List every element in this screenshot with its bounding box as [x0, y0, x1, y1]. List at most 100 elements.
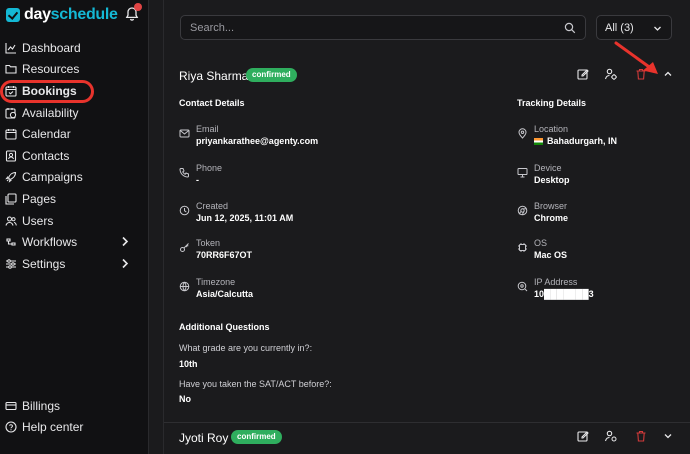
booking-card-header[interactable]: Jyoti Roy confirmed [179, 424, 675, 454]
field-label: Token [196, 238, 221, 248]
field-value: Bahadurgarh, IN [534, 136, 617, 146]
sidebar-item-workflows[interactable]: Workflows [0, 231, 149, 253]
sidebar-item-label: Resources [22, 62, 80, 77]
notification-dot [134, 3, 142, 11]
field-value: Asia/Calcutta [196, 289, 254, 299]
map-pin-icon [518, 128, 527, 139]
sidebar-item-pages[interactable]: Pages [0, 188, 149, 210]
field-label: Browser [534, 201, 568, 211]
sidebar-item-availability[interactable]: Availability [0, 102, 149, 124]
field-value: 10███████3 [534, 289, 594, 299]
field-label: Created [196, 201, 229, 211]
calendar-icon [5, 129, 17, 140]
annotation-arrow-icon [614, 41, 658, 74]
contact-details-title: Contact Details [179, 98, 245, 108]
globe-icon [179, 281, 190, 292]
brand-logo[interactable]: dayschedule [6, 6, 118, 24]
sidebar-bottom-nav: Billings Help center [0, 395, 149, 438]
sliders-icon [6, 258, 16, 269]
sidebar-item-label: Dashboard [22, 40, 81, 55]
help-icon [5, 421, 17, 433]
sidebar-item-label: Pages [22, 191, 57, 206]
booking-card-header[interactable]: Riya Sharma confirmed [179, 62, 675, 92]
field-label: Device [534, 163, 562, 173]
calendar-clock-icon [5, 107, 17, 119]
bookings-highlight-annotation [0, 80, 94, 103]
edit-icon[interactable] [576, 429, 590, 443]
sidebar-item-campaigns[interactable]: Campaigns [0, 167, 149, 189]
key-icon [180, 243, 189, 252]
field-value: Desktop [534, 175, 570, 185]
sidebar-item-calendar[interactable]: Calendar [0, 123, 149, 145]
sidebar-item-label: Campaigns [22, 170, 83, 185]
chart-icon [5, 42, 16, 54]
sidebar-item-settings[interactable]: Settings [0, 253, 149, 275]
sidebar-item-resources[interactable]: Resources [0, 59, 149, 81]
users-icon [5, 215, 17, 226]
sidebar-item-label: Settings [22, 256, 66, 271]
contacts-icon [5, 150, 17, 162]
field-value: - [196, 175, 199, 185]
field-label: Location [534, 124, 569, 134]
chrome-icon [517, 205, 528, 216]
assign-user-icon[interactable] [604, 429, 618, 443]
chevron-down-icon[interactable] [661, 429, 675, 443]
status-badge: confirmed [246, 68, 297, 82]
row-divider [164, 422, 690, 423]
location-ip-icon [517, 281, 528, 292]
bookings-main-panel: Search... All (3) Riya Sharma confirmed … [163, 0, 690, 454]
india-flag-icon [534, 138, 543, 145]
pages-icon [5, 193, 17, 205]
search-placeholder: Search... [190, 22, 235, 34]
sidebar-item-label: Contacts [22, 148, 70, 163]
sidebar-item-label: Availability [22, 105, 79, 120]
folder-icon [5, 65, 17, 74]
filter-selected-value: All (3) [605, 22, 634, 34]
additional-questions-title: Additional Questions [179, 322, 270, 332]
chevron-down-icon [654, 26, 661, 31]
status-filter-select[interactable]: All (3) [596, 15, 672, 40]
sidebar-item-label: Help center [22, 420, 84, 435]
search-input[interactable]: Search... [180, 15, 586, 40]
answer-text: No [179, 394, 191, 404]
status-badge: confirmed [231, 430, 282, 444]
sidebar-item-help-center[interactable]: Help center [0, 417, 149, 439]
sidebar-item-label: Billings [22, 398, 61, 413]
answer-text: 10th [179, 359, 198, 369]
edit-icon[interactable] [576, 67, 590, 81]
field-label: Phone [196, 163, 223, 173]
chevron-right-icon [122, 237, 129, 247]
question-text: What grade are you currently in?: [179, 343, 313, 353]
sidebar-item-label: Users [22, 213, 54, 228]
logo-check-icon [6, 8, 20, 22]
chevron-up-icon[interactable] [661, 67, 675, 81]
search-icon[interactable] [564, 22, 576, 34]
brand-name-part2: schedule [50, 6, 118, 23]
cpu-icon [518, 243, 527, 252]
mail-icon [179, 129, 190, 138]
booking-name: Jyoti Roy [179, 431, 229, 445]
sidebar-item-contacts[interactable]: Contacts [0, 145, 149, 167]
question-text: Have you taken the SAT/ACT before?: [179, 379, 332, 389]
phone-icon [179, 168, 189, 178]
field-value: Chrome [534, 213, 569, 223]
field-label: Timezone [196, 277, 236, 287]
notification-bell-icon[interactable] [124, 3, 142, 22]
monitor-icon [517, 168, 528, 178]
delete-icon[interactable] [634, 429, 648, 443]
field-label: OS [534, 238, 548, 248]
sidebar-item-users[interactable]: Users [0, 210, 149, 232]
field-label: IP Address [534, 277, 578, 287]
sidebar-item-billings[interactable]: Billings [0, 395, 149, 417]
sidebar-nav: Dashboard Resources Bookings Availabilit… [0, 37, 149, 275]
workflow-icon [6, 238, 16, 246]
sidebar: dayschedule Dashboard Resources Bookings… [0, 0, 149, 454]
clock-icon [179, 205, 190, 216]
sidebar-item-dashboard[interactable]: Dashboard [0, 37, 149, 59]
tracking-details-title: Tracking Details [517, 98, 587, 108]
field-value: priyankarathee@agenty.com [196, 136, 319, 146]
field-label: Email [196, 124, 219, 134]
sidebar-item-label: Calendar [22, 127, 71, 142]
rocket-icon [5, 172, 17, 184]
field-value: Jun 12, 2025, 11:01 AM [196, 213, 294, 223]
